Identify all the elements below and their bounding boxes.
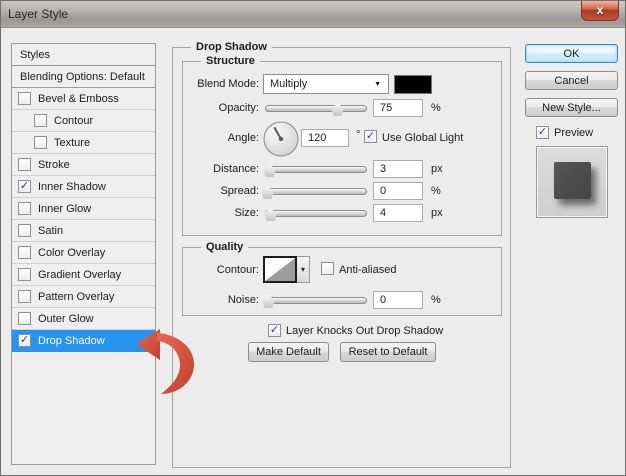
quality-group-title: Quality <box>201 241 248 253</box>
size-slider-track[interactable] <box>265 210 367 217</box>
style-item-texture[interactable]: Texture <box>12 132 155 154</box>
contour-dropdown-button[interactable]: ▾ <box>297 256 310 283</box>
preview-thumbnail <box>536 146 608 218</box>
section-title: Drop Shadow <box>191 41 272 53</box>
noise-label: Noise: <box>169 294 259 306</box>
preview-checkbox[interactable]: ✓ <box>536 126 549 139</box>
cancel-button[interactable]: Cancel <box>525 71 618 90</box>
distance-slider-track[interactable] <box>265 166 367 173</box>
make-default-button[interactable]: Make Default <box>248 342 329 362</box>
style-item-label: Inner Shadow <box>38 181 106 193</box>
style-item-label: Styles <box>20 49 50 61</box>
style-item-label: Gradient Overlay <box>38 269 121 281</box>
checkbox[interactable]: ✓ <box>18 180 31 193</box>
annotation-arrow <box>132 327 200 397</box>
style-item-label: Contour <box>54 115 93 127</box>
opacity-input[interactable] <box>373 99 423 117</box>
angle-label: Angle: <box>169 132 259 144</box>
opacity-label: Opacity: <box>169 102 259 114</box>
layer-knocks-out-label: Layer Knocks Out Drop Shadow <box>286 325 443 337</box>
checkbox[interactable] <box>34 114 47 127</box>
noise-unit: % <box>431 294 441 306</box>
size-label: Size: <box>169 207 259 219</box>
style-item-blending-options-default[interactable]: Blending Options: Default <box>12 66 155 88</box>
style-item-bevel-emboss[interactable]: Bevel & Emboss <box>12 88 155 110</box>
style-item-label: Pattern Overlay <box>38 291 114 303</box>
structure-group-title: Structure <box>201 55 260 67</box>
distance-unit: px <box>431 163 443 175</box>
distance-label: Distance: <box>169 163 259 175</box>
noise-input[interactable] <box>373 291 423 309</box>
spread-slider-track[interactable] <box>265 188 367 195</box>
title-bar: Layer Style x <box>1 1 625 28</box>
style-item-label: Color Overlay <box>38 247 105 259</box>
checkbox[interactable] <box>18 290 31 303</box>
blend-mode-label: Blend Mode: <box>169 78 259 90</box>
style-item-label: Outer Glow <box>38 313 94 325</box>
size-unit: px <box>431 207 443 219</box>
contour-label: Contour: <box>169 264 259 276</box>
style-item-inner-glow[interactable]: Inner Glow <box>12 198 155 220</box>
checkbox[interactable] <box>18 158 31 171</box>
angle-input[interactable] <box>301 129 349 147</box>
style-item-label: Texture <box>54 137 90 149</box>
style-item-gradient-overlay[interactable]: Gradient Overlay <box>12 264 155 286</box>
preview-label: Preview <box>554 127 593 139</box>
styles-list: Styles Blending Options: Default Bevel & E… <box>11 43 156 465</box>
size-input[interactable] <box>373 204 423 222</box>
close-icon: x <box>597 3 604 17</box>
checkbox[interactable] <box>18 92 31 105</box>
anti-aliased-checkbox[interactable] <box>321 262 334 275</box>
noise-slider-track[interactable] <box>265 297 367 304</box>
style-item-satin[interactable]: Satin <box>12 220 155 242</box>
style-item-stroke[interactable]: Stroke <box>12 154 155 176</box>
reset-to-default-button[interactable]: Reset to Default <box>340 342 436 362</box>
checkbox[interactable] <box>18 202 31 215</box>
anti-aliased-label: Anti-aliased <box>339 264 396 276</box>
spread-unit: % <box>431 185 441 197</box>
blend-mode-select[interactable]: Multiply ▼ <box>263 74 389 94</box>
opacity-unit: % <box>431 102 441 114</box>
style-item-label: Stroke <box>38 159 70 171</box>
checkbox[interactable] <box>18 246 31 259</box>
style-item-styles[interactable]: Styles <box>12 44 155 66</box>
angle-unit: ° <box>356 129 360 141</box>
opacity-slider-track[interactable] <box>265 105 367 112</box>
blend-mode-value: Multiply <box>270 78 307 90</box>
layer-style-dialog: Layer Style x Styles Blending Options: De… <box>0 0 626 476</box>
close-button[interactable]: x <box>581 1 619 21</box>
contour-picker[interactable] <box>263 256 297 283</box>
style-item-pattern-overlay[interactable]: Pattern Overlay <box>12 286 155 308</box>
style-item-label: Blending Options: Default <box>20 71 145 83</box>
ok-button[interactable]: OK <box>525 44 618 63</box>
spread-input[interactable] <box>373 182 423 200</box>
shadow-color-swatch[interactable] <box>394 75 432 94</box>
angle-dial[interactable] <box>263 121 299 157</box>
layer-knocks-out-checkbox[interactable]: ✓ <box>268 324 281 337</box>
dialog-title: Layer Style <box>8 7 68 21</box>
use-global-light-label: Use Global Light <box>382 132 463 144</box>
use-global-light-checkbox[interactable]: ✓ <box>364 130 377 143</box>
spread-label: Spread: <box>169 185 259 197</box>
checkbox[interactable] <box>18 224 31 237</box>
style-item-contour[interactable]: Contour <box>12 110 155 132</box>
style-item-label: Inner Glow <box>38 203 91 215</box>
checkbox[interactable]: ✓ <box>18 334 31 347</box>
checkbox[interactable] <box>18 312 31 325</box>
preview-shadow-sample <box>554 162 591 199</box>
style-item-inner-shadow[interactable]: ✓ Inner Shadow <box>12 176 155 198</box>
style-item-color-overlay[interactable]: Color Overlay <box>12 242 155 264</box>
style-item-label: Drop Shadow <box>38 335 105 347</box>
checkbox[interactable] <box>18 268 31 281</box>
style-item-label: Bevel & Emboss <box>38 93 119 105</box>
chevron-down-icon: ▼ <box>374 81 381 88</box>
chevron-down-icon: ▾ <box>301 265 305 274</box>
distance-input[interactable] <box>373 160 423 178</box>
style-item-label: Satin <box>38 225 63 237</box>
new-style-button[interactable]: New Style... <box>525 98 618 117</box>
checkbox[interactable] <box>34 136 47 149</box>
